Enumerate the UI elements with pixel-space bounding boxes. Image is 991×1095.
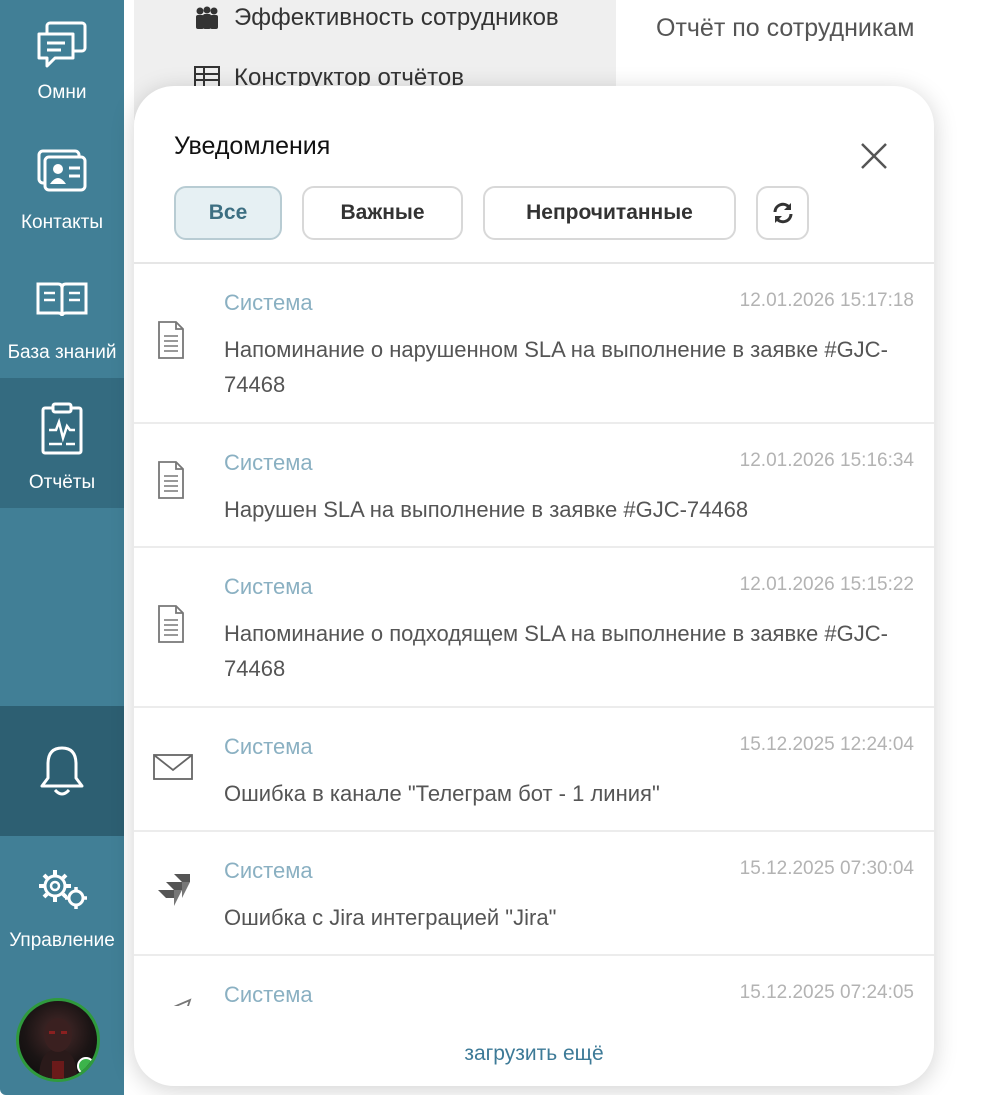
filter-important-button[interactable]: Важные: [302, 186, 463, 240]
sidebar-item-reports[interactable]: Отчёты: [0, 378, 124, 508]
notification-sender: Система: [224, 290, 313, 315]
notification-time: 15.12.2025 07:24:05: [739, 982, 914, 1003]
notification-sender: Система: [224, 982, 313, 1006]
sidebar-item-label: Управление: [9, 930, 115, 951]
reports-menu-item-efficiency[interactable]: Эффективность сотрудников: [234, 4, 559, 32]
notifications-bell-button[interactable]: [0, 706, 124, 836]
notification-sender: Система: [224, 450, 313, 475]
notification-text: Напоминание о подходящем SLA на выполнен…: [224, 621, 888, 681]
envelope-icon: [153, 754, 193, 780]
notification-item[interactable]: Система 15.12.2025 07:30:04 Ошибка с Jir…: [134, 832, 934, 956]
notification-time: 12.01.2026 15:16:34: [739, 450, 914, 471]
online-status-dot: [77, 1057, 95, 1075]
sidebar: Омни Контакты База знаний Отчёты Управле…: [0, 0, 124, 1095]
sidebar-item-label: Контакты: [20, 212, 104, 233]
sidebar-item-management[interactable]: Управление: [0, 836, 124, 966]
notification-item[interactable]: Система 12.01.2026 15:16:34 Нарушен SLA …: [134, 424, 934, 548]
load-more-link[interactable]: загрузить ещё: [134, 1042, 934, 1066]
report-builder-icon: [194, 66, 220, 88]
jira-icon: [158, 874, 190, 906]
notification-time: 12.01.2026 15:17:18: [739, 290, 914, 311]
notification-sender: Система: [224, 574, 313, 599]
report-icon: [41, 402, 83, 455]
notification-time: 15.12.2025 07:30:04: [739, 858, 914, 879]
gears-icon: [39, 870, 87, 909]
filter-unread-button[interactable]: Непрочитанные: [483, 186, 736, 240]
notification-item[interactable]: Система 12.01.2026 15:17:18 Напоминание …: [134, 264, 934, 424]
sidebar-item-label: База знаний: [7, 342, 117, 363]
panel-title: Уведомления: [174, 132, 331, 160]
document-icon: [158, 461, 184, 499]
notification-time: 12.01.2026 15:15:22: [739, 574, 914, 595]
notification-text: Нарушен SLA на выполнение в заявке #GJC-…: [224, 497, 749, 522]
document-icon: [158, 321, 184, 359]
sidebar-item-contacts[interactable]: Контакты: [0, 130, 124, 260]
bell-icon: [40, 746, 84, 796]
notifications-panel: Уведомления Все Важные Непрочитанные Сис…: [134, 86, 934, 1086]
document-icon: [158, 605, 184, 643]
refresh-icon: [773, 202, 792, 224]
refresh-button[interactable]: [756, 186, 809, 240]
notification-text: Напоминание о нарушенном SLA на выполнен…: [224, 337, 888, 397]
book-icon: [36, 282, 88, 317]
notification-text: Ошибка в канале "Телеграм бот - 1 линия": [224, 781, 660, 806]
notifications-list[interactable]: Система 12.01.2026 15:17:18 Напоминание …: [134, 264, 934, 1006]
sidebar-item-label: Отчёты: [28, 472, 96, 493]
team-icon: [196, 6, 218, 29]
sidebar-item-knowledge-base[interactable]: База знаний: [0, 260, 124, 390]
close-icon[interactable]: [856, 138, 892, 174]
sidebar-item-omni[interactable]: Омни: [0, 0, 124, 130]
notification-sender: Система: [224, 858, 313, 883]
filter-all-button[interactable]: Все: [174, 186, 282, 240]
notification-text: Ошибка с Jira интеграцией "Jira": [224, 905, 557, 930]
chat-icon: [37, 21, 87, 68]
contact-card-icon: [37, 149, 87, 192]
page-title: Отчёт по сотрудникам: [656, 14, 915, 42]
notification-item[interactable]: Система 15.12.2025 12:24:04 Ошибка в кан…: [134, 708, 934, 832]
avatar[interactable]: [16, 998, 100, 1082]
notification-item[interactable]: Система 15.12.2025 07:24:05: [134, 956, 934, 1006]
notification-item[interactable]: Система 12.01.2026 15:15:22 Напоминание …: [134, 548, 934, 708]
notification-time: 15.12.2025 12:24:04: [739, 734, 914, 755]
telegram-icon: [173, 998, 192, 1006]
sidebar-item-label: Омни: [37, 82, 87, 103]
notification-sender: Система: [224, 734, 313, 759]
